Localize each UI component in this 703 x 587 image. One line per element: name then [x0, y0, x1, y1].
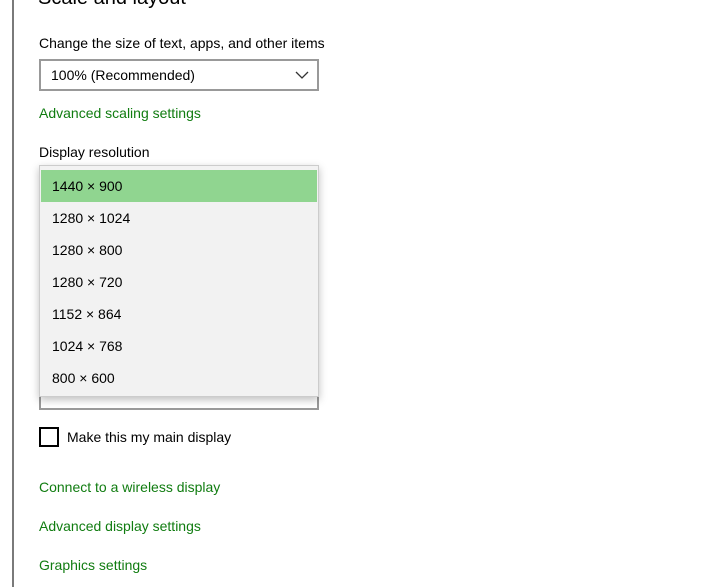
left-rail-divider — [12, 0, 14, 587]
scale-dropdown-value: 100% (Recommended) — [51, 67, 195, 83]
display-settings-page: Scale and layout Change the size of text… — [0, 0, 703, 587]
resolution-option[interactable]: 1152 × 864 — [41, 298, 317, 330]
scale-label: Change the size of text, apps, and other… — [39, 35, 325, 51]
main-display-checkbox-label: Make this my main display — [67, 429, 232, 445]
resolution-option[interactable]: 1280 × 1024 — [41, 202, 317, 234]
main-display-checkbox[interactable] — [39, 427, 59, 447]
resolution-option[interactable]: 1024 × 768 — [41, 330, 317, 362]
graphics-settings-link[interactable]: Graphics settings — [39, 556, 147, 574]
resolution-option[interactable]: 800 × 600 — [41, 362, 317, 394]
resolution-option[interactable]: 1280 × 720 — [41, 266, 317, 298]
scale-dropdown[interactable]: 100% (Recommended) — [39, 59, 319, 91]
resolution-label: Display resolution — [39, 144, 150, 160]
section-title: Scale and layout — [38, 0, 186, 10]
advanced-display-settings-link[interactable]: Advanced display settings — [39, 517, 201, 535]
resolution-dropdown-list: 1440 × 900 1280 × 1024 1280 × 800 1280 ×… — [39, 165, 319, 397]
resolution-option[interactable]: 1280 × 800 — [41, 234, 317, 266]
resolution-option[interactable]: 1440 × 900 — [41, 170, 317, 202]
wireless-display-link[interactable]: Connect to a wireless display — [39, 478, 220, 496]
chevron-down-icon — [295, 71, 309, 79]
advanced-scaling-link[interactable]: Advanced scaling settings — [39, 104, 201, 122]
